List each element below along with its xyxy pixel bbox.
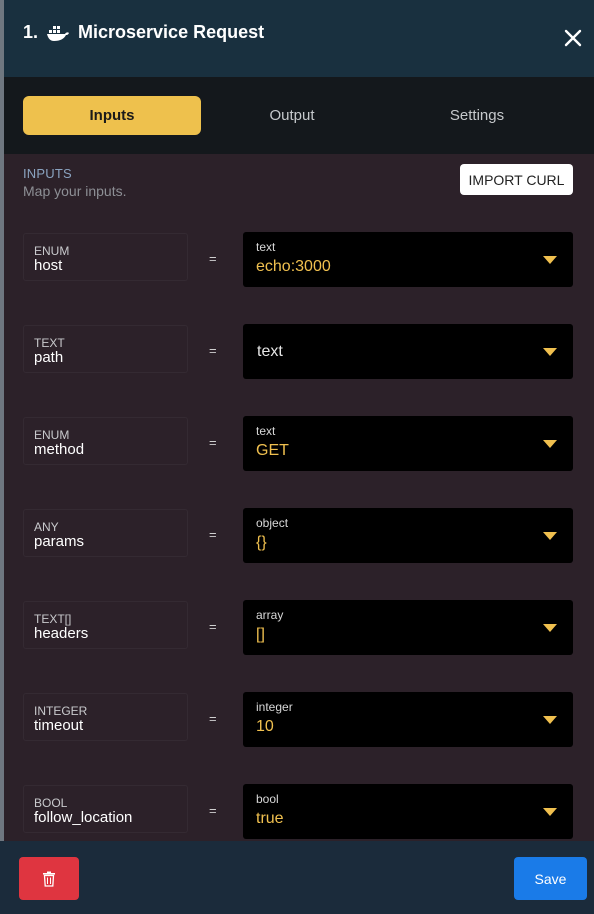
chevron-down-icon <box>543 532 557 540</box>
chevron-down-icon <box>543 440 557 448</box>
param-label: TEXT[] headers <box>23 601 188 649</box>
value-select-params[interactable]: object {} <box>243 508 573 563</box>
param-type: INTEGER <box>34 704 88 718</box>
modal-title: 1. Microservice Request <box>23 22 264 43</box>
param-label: ENUM host <box>23 233 188 281</box>
param-label: ANY params <box>23 509 188 557</box>
value-select-timeout[interactable]: integer 10 <box>243 692 573 747</box>
param-type: TEXT <box>34 336 65 350</box>
equals-sign: = <box>209 527 217 542</box>
chevron-down-icon <box>543 624 557 632</box>
tab-settings[interactable]: Settings <box>388 96 566 135</box>
value-type: integer <box>256 700 293 714</box>
inputs-panel: INPUTS Map your inputs. IMPORT CURL ENUM… <box>4 154 594 841</box>
equals-sign: = <box>209 343 217 358</box>
param-name: host <box>34 257 63 274</box>
chevron-down-icon <box>543 716 557 724</box>
chevron-down-icon <box>543 348 557 356</box>
value-text: 10 <box>256 718 274 735</box>
input-row-follow-location: BOOL follow_location = bool true <box>4 784 594 839</box>
param-name: params <box>34 533 85 550</box>
docker-icon <box>46 24 70 42</box>
param-name: headers <box>34 625 89 642</box>
input-row-params: ANY params = object {} <box>4 508 594 563</box>
param-type: ENUM <box>34 428 70 442</box>
value-text: [] <box>256 626 265 643</box>
param-name: timeout <box>34 717 84 734</box>
input-row-headers: TEXT[] headers = array [] <box>4 600 594 655</box>
value-select-follow-location[interactable]: bool true <box>243 784 573 839</box>
tab-inputs[interactable]: Inputs <box>23 96 201 135</box>
param-label: INTEGER timeout <box>23 693 188 741</box>
save-button[interactable]: Save <box>514 857 587 900</box>
value-type: object <box>256 516 289 530</box>
equals-sign: = <box>209 803 217 818</box>
param-type: ENUM <box>34 244 70 258</box>
value-placeholder: text <box>257 343 283 360</box>
import-curl-button[interactable]: IMPORT CURL <box>460 164 573 195</box>
delete-button[interactable] <box>19 857 79 900</box>
value-text: true <box>256 810 284 827</box>
equals-sign: = <box>209 251 217 266</box>
close-icon[interactable] <box>562 27 584 49</box>
step-number: 1. <box>23 22 39 42</box>
modal-header: 1. Microservice Request <box>4 0 594 77</box>
param-label: BOOL follow_location <box>23 785 188 833</box>
tab-bar: Inputs Output Settings <box>4 77 594 154</box>
input-row-timeout: INTEGER timeout = integer 10 <box>4 692 594 747</box>
value-type: text <box>256 424 276 438</box>
value-type: array <box>256 608 284 622</box>
modal-footer: Save <box>0 841 594 914</box>
chevron-down-icon <box>543 256 557 264</box>
value-text: GET <box>256 442 289 459</box>
param-type: BOOL <box>34 796 68 810</box>
param-label: ENUM method <box>23 417 188 465</box>
value-type: bool <box>256 792 279 806</box>
value-select-headers[interactable]: array [] <box>243 600 573 655</box>
value-text: {} <box>256 534 267 551</box>
value-select-path[interactable]: text <box>243 324 573 379</box>
param-type: TEXT[] <box>34 612 72 626</box>
param-name: path <box>34 349 64 366</box>
value-select-host[interactable]: text echo:3000 <box>243 232 573 287</box>
param-name: follow_location <box>34 809 133 826</box>
input-row-host: ENUM host = text echo:3000 <box>4 232 594 287</box>
param-name: method <box>34 441 85 458</box>
equals-sign: = <box>209 711 217 726</box>
value-select-method[interactable]: text GET <box>243 416 573 471</box>
equals-sign: = <box>209 435 217 450</box>
chevron-down-icon <box>543 808 557 816</box>
equals-sign: = <box>209 619 217 634</box>
section-subtitle: Map your inputs. <box>23 183 127 199</box>
input-row-method: ENUM method = text GET <box>4 416 594 471</box>
tab-output[interactable]: Output <box>203 96 381 135</box>
trash-icon <box>43 871 55 887</box>
section-title: INPUTS <box>23 166 72 181</box>
value-text: echo:3000 <box>256 258 331 275</box>
param-label: TEXT path <box>23 325 188 373</box>
value-type: text <box>256 240 276 254</box>
input-row-path: TEXT path = text <box>4 324 594 379</box>
param-type: ANY <box>34 520 59 534</box>
modal-title-text: Microservice Request <box>78 22 265 42</box>
